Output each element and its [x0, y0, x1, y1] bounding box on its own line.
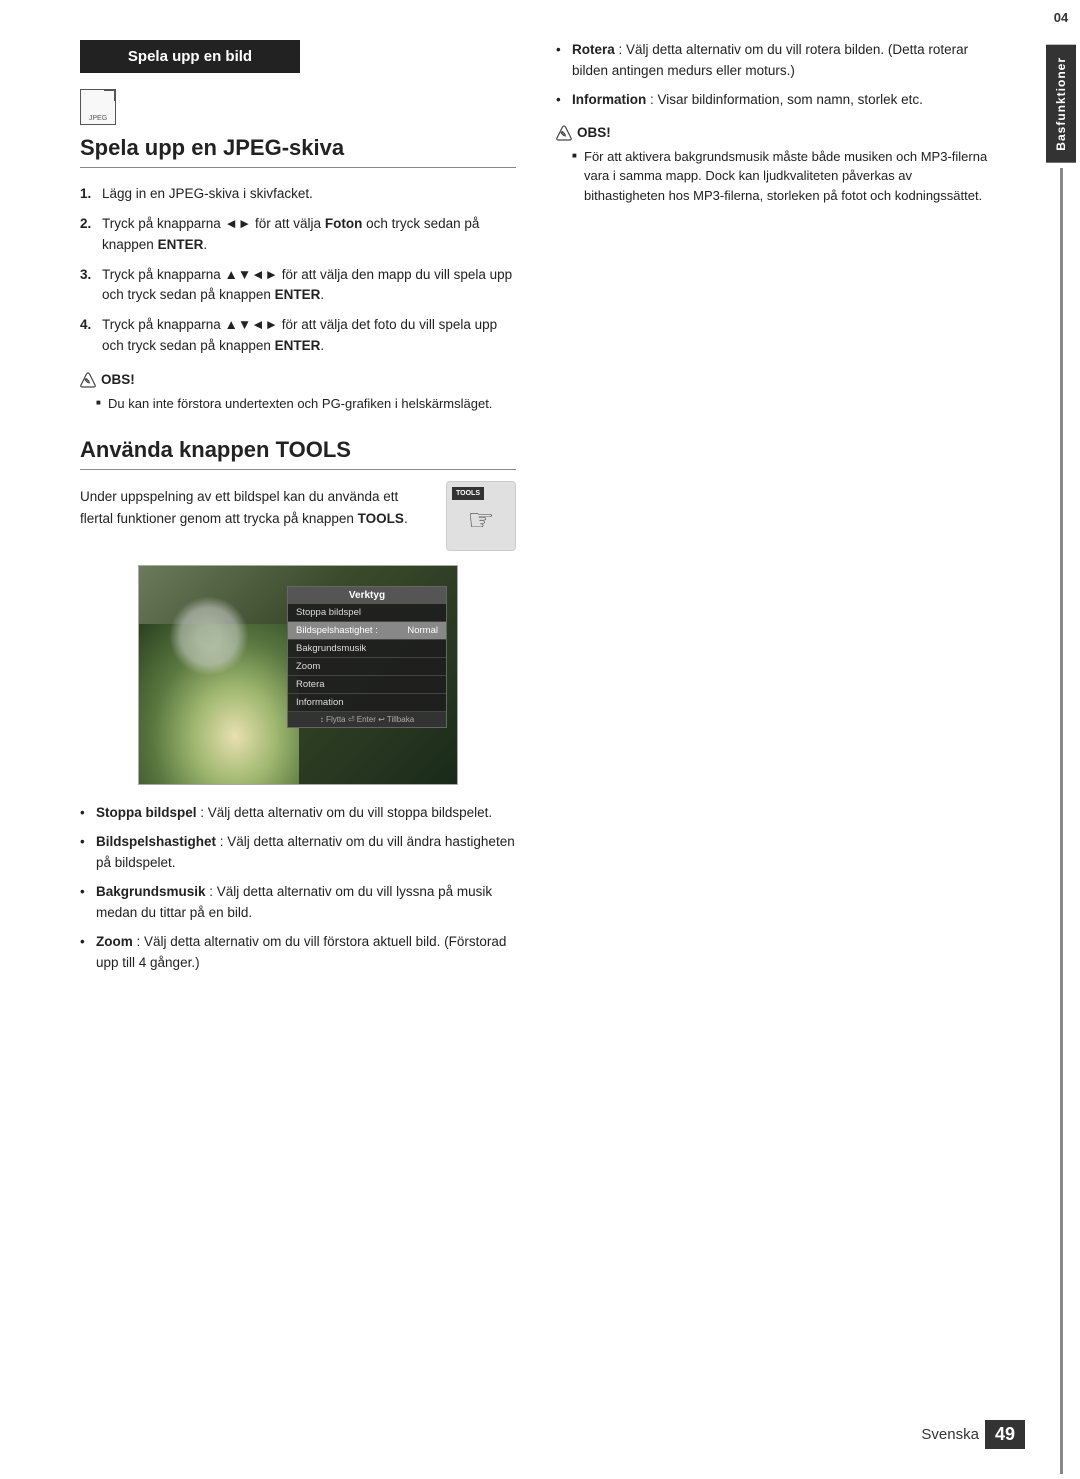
- bullet-left-3: Zoom : Välj detta alternativ om du vill …: [80, 932, 516, 974]
- tools-menu-item-5-label: Information: [296, 697, 344, 708]
- step-2: Tryck på knapparna ◄► för att välja Foto…: [80, 214, 516, 255]
- section-heading-box: Spela upp en bild: [80, 40, 300, 73]
- step-3: Tryck på knapparna ▲▼◄► för att välja de…: [80, 265, 516, 306]
- bullet-left-0-text: : Välj detta alternativ om du vill stopp…: [197, 805, 493, 820]
- bullet-left-0: Stoppa bildspel : Välj detta alternativ …: [80, 803, 516, 824]
- bullet-left-2: Bakgrundsmusik : Välj detta alternativ o…: [80, 882, 516, 924]
- page-footer: Svenska 49: [921, 1420, 1025, 1449]
- tools-menu-item-5: Information: [288, 694, 446, 712]
- tools-button-hand-icon: ☞: [468, 497, 495, 545]
- obs-title-left-text: OBS!: [101, 372, 135, 387]
- tools-menu-item-3-label: Zoom: [296, 661, 320, 672]
- step-2-text-before: Tryck på knapparna ◄► för att välja: [102, 216, 325, 231]
- bullet-list-left: Stoppa bildspel : Välj detta alternativ …: [80, 803, 516, 973]
- obs-icon-right: ✎: [556, 125, 572, 141]
- step-2-bold: Foton: [325, 216, 362, 231]
- obs-list-left: Du kan inte förstora undertexten och PG-…: [80, 394, 516, 414]
- sidebar-chapter-number: 04: [1054, 10, 1068, 25]
- tools-menu-item-1-value: Normal: [407, 625, 438, 636]
- right-column: Rotera : Välj detta alternativ om du vil…: [556, 40, 992, 982]
- tools-menu-item-2-label: Bakgrundsmusik: [296, 643, 366, 654]
- bullet-right-1: Information : Visar bildinformation, som…: [556, 90, 992, 111]
- bullet-left-1: Bildspelshastighet : Välj detta alternat…: [80, 832, 516, 874]
- obs-item-left-1: Du kan inte förstora undertexten och PG-…: [96, 394, 516, 414]
- main-content: Spela upp en bild Spela upp en JPEG-skiv…: [0, 0, 1042, 1479]
- jpeg-icon: [80, 89, 116, 125]
- obs-section-left: ✎ OBS! Du kan inte förstora undertexten …: [80, 372, 516, 414]
- sidebar-tab: 04 Basfunktioner: [1042, 0, 1080, 1479]
- flower-petal-1: [169, 596, 249, 676]
- obs-icon-left: ✎: [80, 372, 96, 388]
- bullet-right-1-bold: Information: [572, 92, 646, 107]
- section-title-jpeg: Spela upp en JPEG-skiva: [80, 135, 516, 168]
- tools-menu-item-0: Stoppa bildspel: [288, 604, 446, 622]
- tools-menu-item-1: Bildspelshastighet : Normal: [288, 622, 446, 640]
- tools-screenshot: Verktyg Stoppa bildspel Bildspelshastigh…: [138, 565, 458, 785]
- tools-intro-text: Under uppspelning av ett bildspel kan du…: [80, 486, 430, 529]
- obs-title-left: ✎ OBS!: [80, 372, 516, 388]
- tools-bold: TOOLS: [358, 511, 404, 526]
- tools-button-image: TOOLS ☞: [446, 481, 516, 551]
- bullet-left-3-bold: Zoom: [96, 934, 133, 949]
- obs-title-right-text: OBS!: [577, 125, 611, 140]
- tools-menu-item-0-label: Stoppa bildspel: [296, 607, 361, 618]
- obs-item-right-1: För att aktivera bakgrundsmusik måste bå…: [572, 147, 992, 206]
- svg-text:✎: ✎: [84, 377, 91, 386]
- bullet-left-3-text: : Välj detta alternativ om du vill först…: [96, 934, 506, 970]
- bullet-left-0-bold: Stoppa bildspel: [96, 805, 197, 820]
- step-3-bold: ENTER: [275, 287, 321, 302]
- page-footer-label: Svenska: [921, 1426, 979, 1443]
- tools-menu-item-1-label: Bildspelshastighet :: [296, 625, 378, 636]
- sidebar-chapter-label: Basfunktioner: [1046, 45, 1076, 163]
- section-title-tools: Använda knappen TOOLS: [80, 437, 516, 470]
- tools-menu-item-2: Bakgrundsmusik: [288, 640, 446, 658]
- tools-menu-overlay: Verktyg Stoppa bildspel Bildspelshastigh…: [287, 586, 447, 728]
- obs-title-right: ✎ OBS!: [556, 125, 992, 141]
- svg-text:✎: ✎: [560, 130, 567, 139]
- tools-button-label: TOOLS: [452, 487, 484, 500]
- step-4: Tryck på knapparna ▲▼◄► för att välja de…: [80, 315, 516, 356]
- step-1: Lägg in en JPEG-skiva i skivfacket.: [80, 184, 516, 204]
- two-column-layout: Spela upp en bild Spela upp en JPEG-skiv…: [80, 40, 992, 982]
- tools-menu-item-4-label: Rotera: [296, 679, 325, 690]
- page-container: 04 Basfunktioner Spela upp en bild Spela…: [0, 0, 1080, 1479]
- sidebar-line: [1060, 168, 1063, 1474]
- bullet-left-1-bold: Bildspelshastighet: [96, 834, 216, 849]
- page-number: 49: [985, 1420, 1025, 1449]
- tools-menu-title: Verktyg: [288, 587, 446, 604]
- bullet-right-0-text: : Välj detta alternativ om du vill roter…: [572, 42, 968, 78]
- tools-menu-footer: ↕ Flytta ⏎ Enter ↩ Tillbaka: [288, 712, 446, 727]
- obs-list-right: För att aktivera bakgrundsmusik måste bå…: [556, 147, 992, 206]
- step-2-bold2: ENTER: [158, 237, 204, 252]
- step-1-text: Lägg in en JPEG-skiva i skivfacket.: [102, 186, 313, 201]
- bullet-right-0-bold: Rotera: [572, 42, 615, 57]
- tools-menu-item-4: Rotera: [288, 676, 446, 694]
- bullet-right-0: Rotera : Välj detta alternativ om du vil…: [556, 40, 992, 82]
- obs-section-right: ✎ OBS! För att aktivera bakgrundsmusik m…: [556, 125, 992, 206]
- left-column: Spela upp en bild Spela upp en JPEG-skiv…: [80, 40, 516, 982]
- tools-intro-before: Under uppspelning av ett bildspel kan du…: [80, 489, 398, 526]
- tools-intro: Under uppspelning av ett bildspel kan du…: [80, 486, 516, 551]
- bullet-right-1-text: : Visar bildinformation, som namn, storl…: [646, 92, 923, 107]
- tools-menu-item-3: Zoom: [288, 658, 446, 676]
- bullet-list-right: Rotera : Välj detta alternativ om du vil…: [556, 40, 992, 111]
- tools-section: Använda knappen TOOLS Under uppspelning …: [80, 437, 516, 973]
- tools-intro-end: .: [404, 511, 408, 526]
- step-4-bold: ENTER: [275, 338, 321, 353]
- bullet-left-2-bold: Bakgrundsmusik: [96, 884, 206, 899]
- steps-list: Lägg in en JPEG-skiva i skivfacket. Tryc…: [80, 184, 516, 356]
